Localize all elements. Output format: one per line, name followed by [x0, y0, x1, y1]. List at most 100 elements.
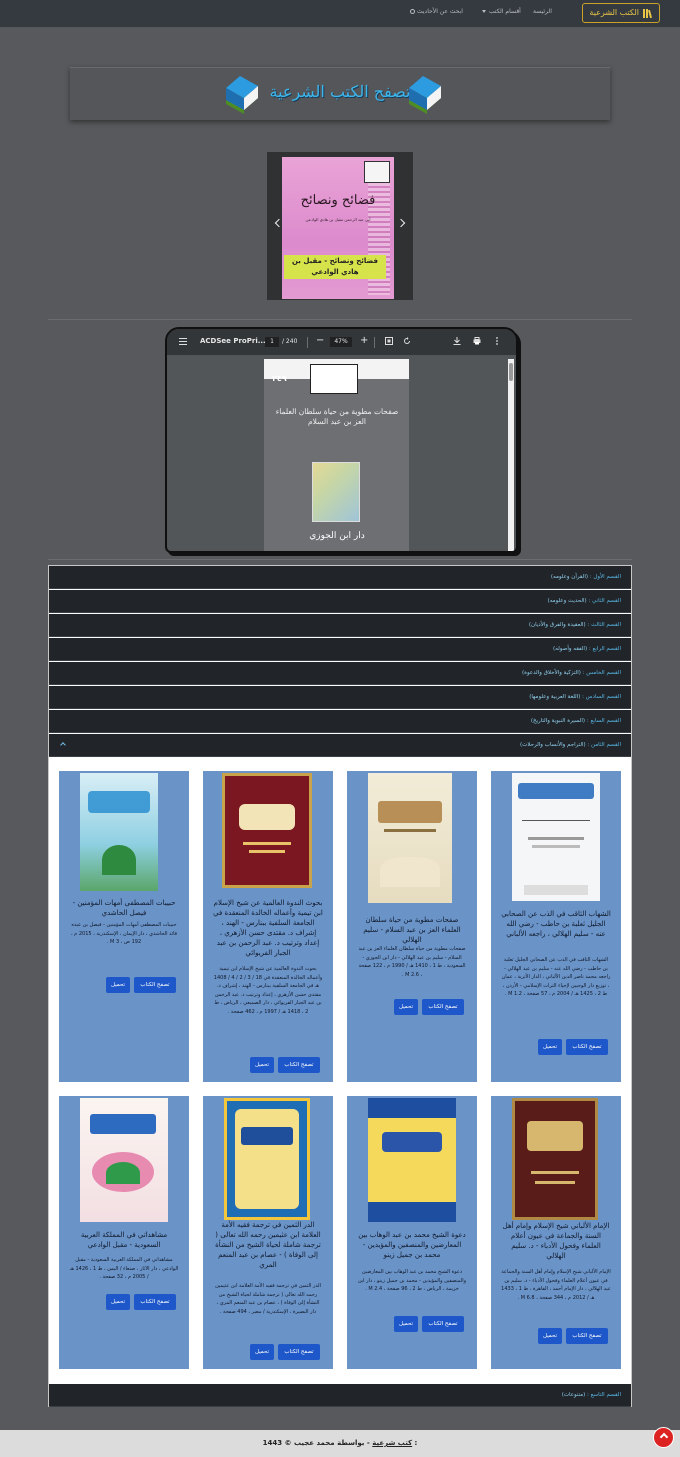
book-description: الدر الثمين في ترجمة فقيه الأمة العلامة …	[215, 1283, 321, 1315]
section-label: القسم الخامس : (التزكية والأخلاق والدعوة…	[522, 670, 621, 676]
arrow-up-icon	[659, 1432, 669, 1442]
nav-books-label: أقسام الكتب	[489, 8, 521, 15]
download-book-button[interactable]: تحميل	[394, 1316, 418, 1332]
browse-book-button[interactable]: تصفح الكتاب	[278, 1057, 320, 1073]
nav-search-link[interactable]: ابحث عن الأحاديث	[410, 8, 463, 15]
download-book-button[interactable]: تحميل	[394, 999, 418, 1015]
book-title: صفحات مطوية من حياة سلطان العلماء العز ب…	[363, 916, 461, 944]
book-cover[interactable]	[80, 773, 158, 891]
book-title: الدر الثمين في ترجمة فقيه الأمة العلامة …	[215, 1221, 321, 1269]
section-header[interactable]: القسم الخامس : (التزكية والأخلاق والدعوة…	[49, 662, 631, 685]
section-header[interactable]: القسم الثاني : (الحديث وعلومه)	[49, 590, 631, 613]
carousel-next-icon[interactable]	[396, 218, 406, 228]
browse-book-button[interactable]: تصفح الكتاب	[134, 977, 176, 993]
page-title: صفحات مطوية من حياة سلطان العلماء العز ب…	[275, 407, 399, 426]
download-book-button[interactable]: تحميل	[106, 1294, 130, 1310]
section-header[interactable]: القسم السادس : (اللغة العربية وعلومها)	[49, 686, 631, 709]
book-cover[interactable]	[368, 773, 452, 903]
section-header[interactable]: القسم التاسع : (متنوعات)	[49, 1384, 631, 1407]
nav-search-label: ابحث عن الأحاديث	[417, 8, 463, 15]
search-icon	[410, 9, 415, 14]
book-card: بحوث الندوة العالمية عن شيخ الإسلام ابن …	[203, 771, 333, 1082]
book-description: بحوث الندوة العالمية عن شيخ الإسلام ابن …	[213, 966, 323, 1015]
carousel-book-cover[interactable]: فضائح ونصائح أبي عبد الرحمن مقبل بن هادي…	[282, 157, 394, 299]
browse-book-button[interactable]: تصفح الكتاب	[566, 1328, 608, 1344]
section-label: القسم التاسع : (متنوعات)	[561, 1392, 621, 1398]
print-icon[interactable]	[473, 337, 481, 345]
footer-text: كتب شرعية - بواسطة محمد عجيب © 1443 :	[0, 1439, 680, 1447]
pdf-zoom-level[interactable]: 47%	[330, 337, 352, 347]
browse-book-button[interactable]: تصفح الكتاب	[278, 1344, 320, 1360]
divider	[48, 319, 632, 320]
book-carousel[interactable]: فضائح ونصائح أبي عبد الرحمن مقبل بن هادي…	[267, 152, 413, 300]
section-header[interactable]: القسم الرابع : (الفقه وأصوله)	[49, 638, 631, 661]
section-label: القسم الثامن : (التراجم والأنساب والرحلا…	[520, 742, 621, 748]
chevron-down-icon	[482, 10, 486, 13]
browse-book-button[interactable]: تصفح الكتاب	[422, 999, 464, 1015]
book-card: الإمام الألباني شيخ الإسلام وإمام أهل ال…	[491, 1096, 621, 1369]
book-cover[interactable]	[224, 1098, 310, 1220]
book-title: دعوة الشيخ محمد بن عبد الوهاب بين المعار…	[358, 1231, 466, 1259]
download-book-button[interactable]: تحميل	[250, 1344, 274, 1360]
book-cover[interactable]	[512, 773, 600, 901]
pdf-page-total: / 240	[282, 338, 298, 345]
site-banner: تصفح الكتب الشرعية	[70, 67, 610, 120]
book-card: الشهاب الثاقب في الذب عن الصحابي الجليل …	[491, 771, 621, 1082]
pdf-viewer[interactable]: ACDSee ProPri... 1 / 240 − 47% + ٢٤٩ صفح…	[165, 327, 518, 553]
browse-book-button[interactable]: تصفح الكتاب	[134, 1294, 176, 1310]
footer-site-link[interactable]: كتب شرعية	[372, 1439, 412, 1447]
browse-book-button[interactable]: تصفح الكتاب	[422, 1316, 464, 1332]
nav-books-dropdown[interactable]: أقسام الكتب	[482, 8, 521, 15]
section-label: القسم الثالث : (العقيدة والفرق والأديان)	[528, 622, 621, 628]
sections-accordion: القسم الأول : (القرآن وعلومه) القسم الثا…	[48, 565, 632, 1407]
zoom-out-icon[interactable]: −	[316, 335, 324, 346]
section-header[interactable]: القسم الثالث : (العقيدة والفرق والأديان)	[49, 614, 631, 637]
download-book-button[interactable]: تحميل	[538, 1039, 562, 1055]
publisher-seal	[310, 364, 358, 394]
book-card: حبيبات المصطفى أمهات المؤمنين - فيصل الح…	[59, 771, 189, 1082]
divider	[307, 337, 308, 348]
section-header[interactable]: القسم الأول : (القرآن وعلومه)	[49, 566, 631, 589]
book-title: الشهاب الثاقب في الذب عن الصحابي الجليل …	[501, 910, 611, 938]
nav-home-label: الرئيسة	[533, 8, 552, 15]
menu-icon[interactable]	[179, 338, 187, 345]
download-icon[interactable]	[453, 337, 461, 345]
book-cover[interactable]	[222, 773, 312, 888]
download-book-button[interactable]: تحميل	[250, 1057, 274, 1073]
footer-by: - بواسطة محمد عجيب	[293, 1439, 370, 1447]
book-description: مشاهداتي في المملكة العربية السعودية - م…	[69, 1257, 179, 1281]
pdf-page: ٢٤٩ صفحات مطوية من حياة سلطان العلماء ال…	[264, 359, 409, 551]
more-vertical-icon[interactable]	[493, 337, 501, 345]
zoom-in-icon[interactable]: +	[360, 335, 368, 346]
section-header-expanded[interactable]: القسم الثامن : (التراجم والأنساب والرحلا…	[49, 734, 631, 757]
book-cover[interactable]	[512, 1098, 598, 1220]
book-title: حبيبات المصطفى أمهات المؤمنين - فيصل الح…	[72, 899, 176, 917]
book-cover[interactable]	[368, 1098, 456, 1222]
brand-button[interactable]: الكتب الشرعية	[582, 3, 660, 23]
book-card: صفحات مطوية من حياة سلطان العلماء العز ب…	[347, 771, 477, 1082]
section-header[interactable]: القسم السابع : (السيرة النبوية والتاريخ)	[49, 710, 631, 733]
cover-title: فضائح ونصائح	[300, 193, 376, 208]
scroll-to-top-button[interactable]	[653, 1427, 674, 1448]
nav-home-link[interactable]: الرئيسة	[533, 8, 552, 15]
page-series-number: ٢٤٩	[272, 374, 287, 383]
cover-author: أبي عبد الرحمن مقبل بن هادي الوادعي	[305, 217, 371, 222]
book-description: صفحات مطوية من حياة سلطان العلماء العز ب…	[358, 946, 466, 978]
books-icon	[643, 8, 653, 18]
rotate-icon[interactable]	[403, 337, 411, 345]
book-title: الإمام الألباني شيخ الإسلام وإمام أهل ال…	[502, 1222, 610, 1260]
browse-book-button[interactable]: تصفح الكتاب	[566, 1039, 608, 1055]
section-label: القسم الرابع : (الفقه وأصوله)	[553, 646, 621, 652]
book-description: دعوة الشيخ محمد بن عبد الوهاب بين المعار…	[357, 1269, 467, 1293]
download-book-button[interactable]: تحميل	[106, 977, 130, 993]
chevron-up-icon	[60, 742, 66, 748]
download-book-button[interactable]: تحميل	[538, 1328, 562, 1344]
footer: كتب شرعية - بواسطة محمد عجيب © 1443 :	[0, 1430, 680, 1457]
pdf-toolbar: ACDSee ProPri... 1 / 240 − 47% +	[167, 329, 516, 355]
book-description: حبيبات المصطفى أمهات المؤمنين - فيصل بن …	[70, 922, 178, 946]
book-cover[interactable]	[80, 1098, 168, 1222]
fit-page-icon[interactable]	[385, 337, 393, 345]
pdf-scrollbar[interactable]	[508, 359, 514, 551]
pdf-page-input[interactable]: 1	[265, 337, 279, 347]
page-map-image	[312, 462, 360, 522]
